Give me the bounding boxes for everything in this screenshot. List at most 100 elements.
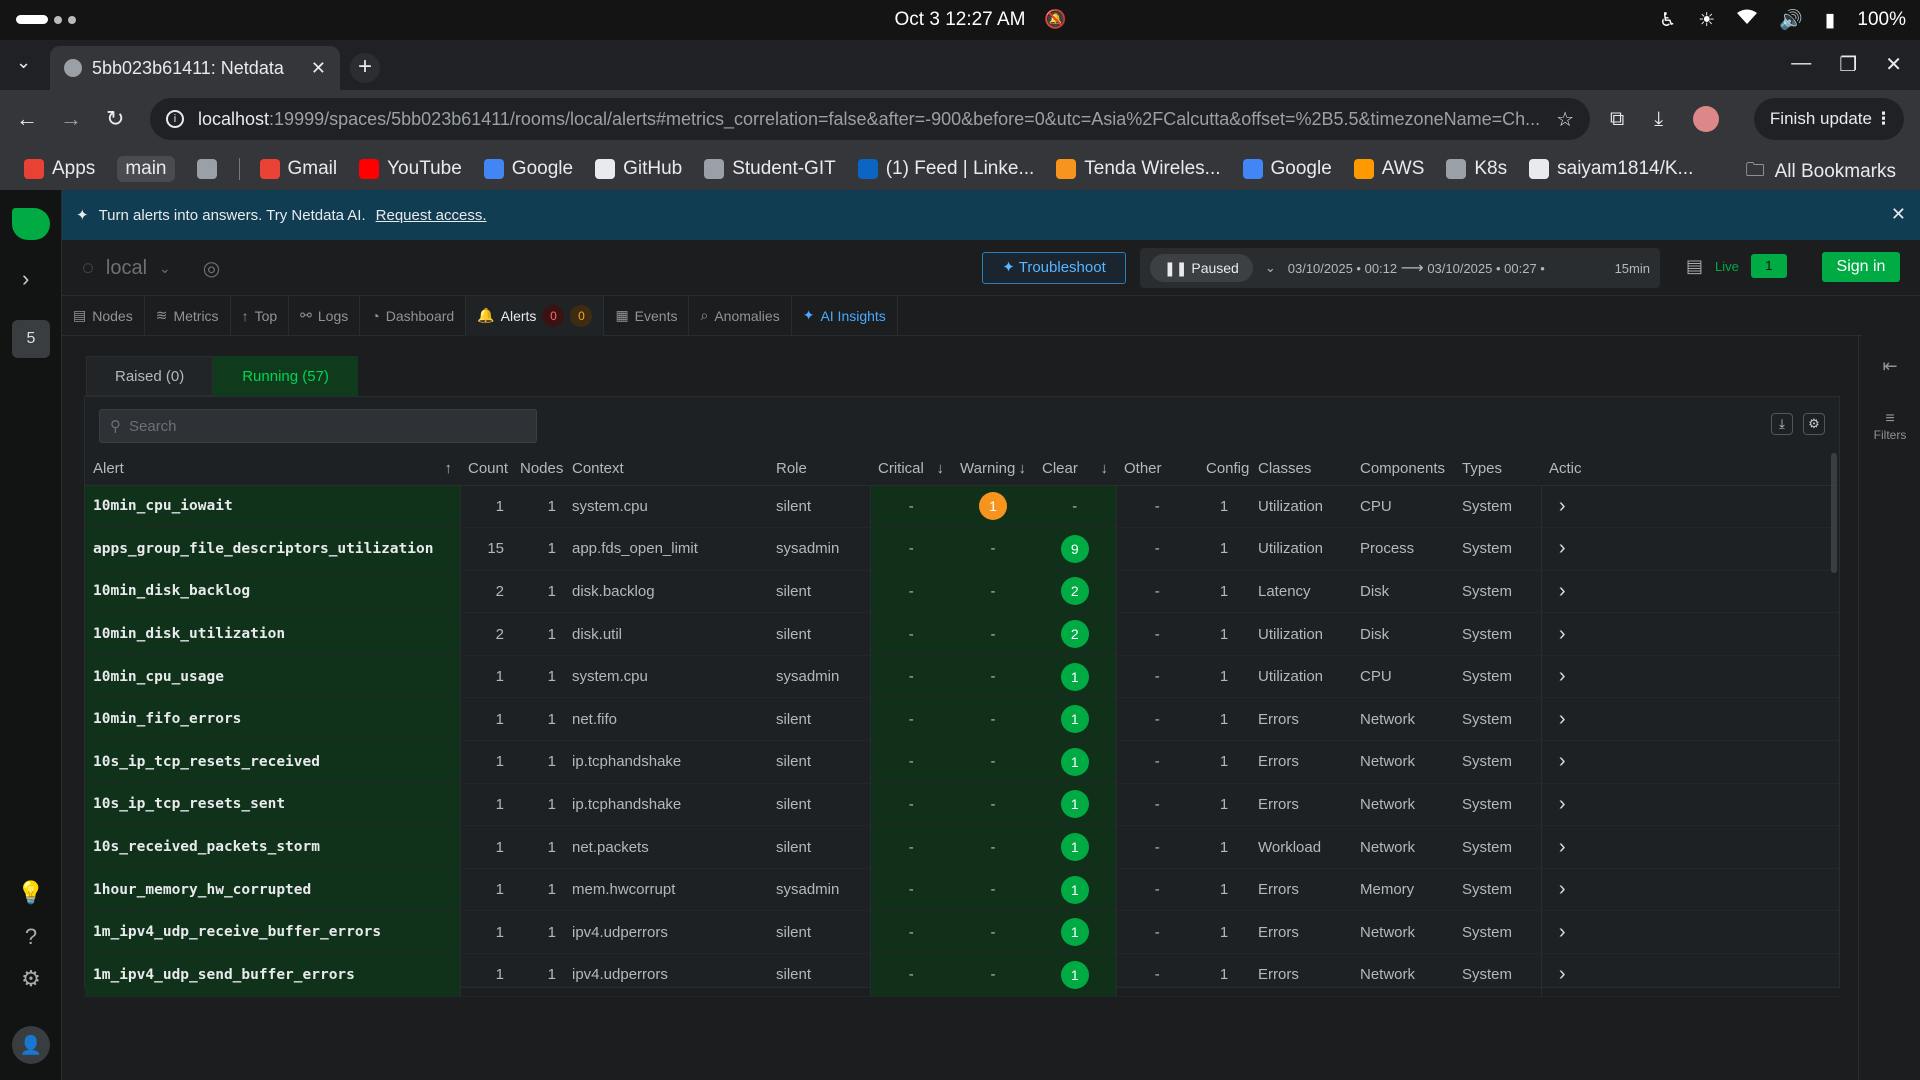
- column-header[interactable]: Role: [768, 453, 870, 486]
- tab-logs[interactable]: ⚯ Logs: [289, 295, 361, 336]
- profile-avatar[interactable]: [1693, 106, 1720, 132]
- reload-icon[interactable]: ↻: [106, 106, 124, 132]
- system-tray[interactable]: ♿ ☀ 🔊 ▮ 100%: [1659, 8, 1906, 32]
- column-header[interactable]: Count: [460, 453, 512, 486]
- tab-metrics[interactable]: ≋ Metrics: [145, 295, 231, 336]
- table-row[interactable]: 10s_ip_tcp_resets_received 1 1 ip.tcphandsh…: [85, 740, 1839, 784]
- forward-arrow-icon[interactable]: →: [60, 106, 82, 132]
- tab-anomalies[interactable]: ⌕ Anomalies: [689, 295, 792, 336]
- bookmark-item[interactable]: K8s: [1446, 158, 1507, 180]
- sort-arrow-icon[interactable]: ↑: [445, 460, 453, 477]
- browser-tab-netdata[interactable]: 5bb023b61411: Netdata ✕: [50, 46, 340, 90]
- request-access-link[interactable]: Request access.: [376, 207, 487, 224]
- row-details-chevron-icon[interactable]: ›: [1540, 527, 1583, 571]
- search-input[interactable]: ⚲ Search: [99, 409, 537, 443]
- room-selector[interactable]: ◌ local ⌄ ◎: [82, 256, 220, 281]
- help-icon[interactable]: ?: [0, 924, 62, 950]
- row-details-chevron-icon[interactable]: ›: [1540, 697, 1583, 742]
- url-text[interactable]: localhost:19999/spaces/5bb023b61411/room…: [198, 109, 1542, 130]
- column-header[interactable]: Components: [1352, 453, 1454, 486]
- column-header[interactable]: Config: [1198, 453, 1250, 486]
- time-range[interactable]: 03/10/2025 • 00:12 ⟶ 03/10/2025 • 00:27 …: [1288, 258, 1603, 278]
- table-row[interactable]: 10min_fifo_errors 1 1 net.fifo silent - -1-1 Er…: [85, 697, 1839, 742]
- bookmark-item[interactable]: Tenda Wireles...: [1056, 158, 1221, 180]
- tab-alerts[interactable]: 🔔 Alerts 0 0: [466, 295, 605, 336]
- minimize-icon[interactable]: —: [1791, 52, 1811, 77]
- clear-cell-badge[interactable]: 1: [1060, 790, 1089, 819]
- column-header[interactable]: Classes: [1250, 453, 1352, 486]
- download-icon[interactable]: ⤓: [1771, 413, 1793, 435]
- tab-raised[interactable]: Raised (0): [86, 356, 214, 396]
- tab-top[interactable]: ↑ Top: [231, 295, 290, 336]
- tab-search-chevron-icon[interactable]: ⌄: [16, 52, 31, 73]
- tab-nodes[interactable]: ▤ Nodes: [62, 295, 145, 336]
- clear-cell-badge[interactable]: 2: [1060, 577, 1089, 606]
- sort-arrow-icon[interactable]: ↓: [937, 460, 945, 477]
- more-vert-icon[interactable]: ⋮: [1875, 98, 1892, 140]
- clear-cell-badge[interactable]: 2: [1060, 620, 1089, 649]
- table-row[interactable]: 10min_cpu_usage 1 1 system.cpu sysadmin - -1-1…: [85, 655, 1839, 699]
- sort-arrow-icon[interactable]: ↓: [1101, 460, 1109, 477]
- download-icon[interactable]: ⤓: [1654, 108, 1663, 131]
- bookmark-item[interactable]: GitHub: [595, 158, 682, 180]
- close-window-icon[interactable]: ✕: [1885, 52, 1902, 77]
- table-settings-icon[interactable]: ⚙: [1803, 413, 1825, 435]
- table-row[interactable]: 1m_ipv4_udp_receive_buffer_errors 1 1 ipv4.…: [85, 910, 1839, 955]
- bookmark-item[interactable]: Google: [483, 158, 573, 180]
- netdata-logo[interactable]: [12, 208, 50, 240]
- expand-sidebar-icon[interactable]: ›: [22, 266, 29, 292]
- tab-events[interactable]: ▦ Events: [604, 295, 690, 336]
- bookmark-item[interactable]: saiyam1814/K...: [1529, 158, 1693, 180]
- space-avatar[interactable]: 5: [12, 320, 50, 358]
- table-row[interactable]: 1hour_memory_hw_corrupted 1 1 mem.hwcorrupt…: [85, 868, 1839, 912]
- clock[interactable]: Oct 3 12:27 AM: [0, 9, 1920, 31]
- table-row[interactable]: apps_group_file_descriptors_utilization 1…: [85, 527, 1839, 571]
- bookmark-item[interactable]: AWS: [1353, 158, 1424, 180]
- extensions-icon[interactable]: ⧉: [1610, 108, 1624, 131]
- chevron-down-icon[interactable]: ⌄: [1265, 260, 1276, 276]
- row-details-chevron-icon[interactable]: ›: [1540, 910, 1583, 955]
- tab-ai-insights[interactable]: ✦ AI Insights: [792, 295, 898, 336]
- room-settings-icon[interactable]: ◎: [203, 256, 220, 281]
- live-count-badge[interactable]: 1: [1750, 254, 1787, 278]
- finish-update-button[interactable]: Finish update ⋮: [1753, 98, 1904, 140]
- new-tab-button[interactable]: +: [350, 53, 380, 83]
- table-scrollbar[interactable]: [1831, 453, 1837, 573]
- bookmark-item[interactable]: Student-GIT: [704, 158, 836, 180]
- table-row[interactable]: 10s_received_packets_storm 1 1 net.packets s…: [85, 825, 1839, 869]
- clear-cell-badge[interactable]: 1: [1060, 705, 1089, 734]
- column-header[interactable]: Actic: [1541, 453, 1583, 486]
- tab-running[interactable]: Running (57): [213, 356, 358, 396]
- row-details-chevron-icon[interactable]: ›: [1540, 868, 1583, 912]
- bookmark-item[interactable]: (1) Feed | Linke...: [857, 158, 1034, 180]
- row-details-chevron-icon[interactable]: ›: [1540, 485, 1583, 529]
- clear-cell-badge[interactable]: 1: [1060, 960, 1089, 989]
- column-header[interactable]: Types: [1454, 453, 1541, 486]
- all-bookmarks-button[interactable]: 🗀 All Bookmarks: [1746, 156, 1896, 188]
- clear-cell-badge[interactable]: 1: [1060, 747, 1089, 776]
- column-header[interactable]: Clear ↓: [1034, 453, 1116, 486]
- column-header[interactable]: Critical ↓: [870, 453, 952, 486]
- restore-icon[interactable]: ❐: [1839, 52, 1857, 77]
- site-info-icon[interactable]: i: [166, 110, 184, 128]
- bookmark-item[interactable]: Apps: [24, 158, 95, 180]
- bookmark-item[interactable]: [196, 159, 217, 179]
- settings-gear-icon[interactable]: ⚙: [0, 966, 62, 992]
- clear-cell-badge[interactable]: 1: [1060, 662, 1089, 691]
- row-details-chevron-icon[interactable]: ›: [1540, 825, 1583, 869]
- address-bar[interactable]: i localhost:19999/spaces/5bb023b61411/ro…: [150, 98, 1590, 140]
- clear-cell-badge[interactable]: 1: [1060, 875, 1089, 904]
- column-header[interactable]: Other: [1116, 453, 1198, 486]
- table-row[interactable]: 10min_disk_utilization 2 1 disk.util silent -…: [85, 612, 1839, 656]
- table-row[interactable]: 10min_disk_backlog 2 1 disk.backlog silent - -…: [85, 570, 1839, 614]
- sort-arrow-icon[interactable]: ↓: [1019, 460, 1027, 477]
- close-banner-icon[interactable]: ✕: [1891, 204, 1906, 225]
- bookmark-star-icon[interactable]: ☆: [1556, 107, 1574, 132]
- row-details-chevron-icon[interactable]: ›: [1540, 655, 1583, 699]
- warning-cell-badge[interactable]: 1: [979, 492, 1007, 521]
- bookmark-item[interactable]: Gmail: [259, 158, 337, 180]
- column-header[interactable]: Warning ↓: [952, 453, 1034, 486]
- column-header[interactable]: Alert ↑: [85, 453, 460, 486]
- row-details-chevron-icon[interactable]: ›: [1540, 570, 1583, 614]
- bookmark-item[interactable]: main: [117, 156, 175, 182]
